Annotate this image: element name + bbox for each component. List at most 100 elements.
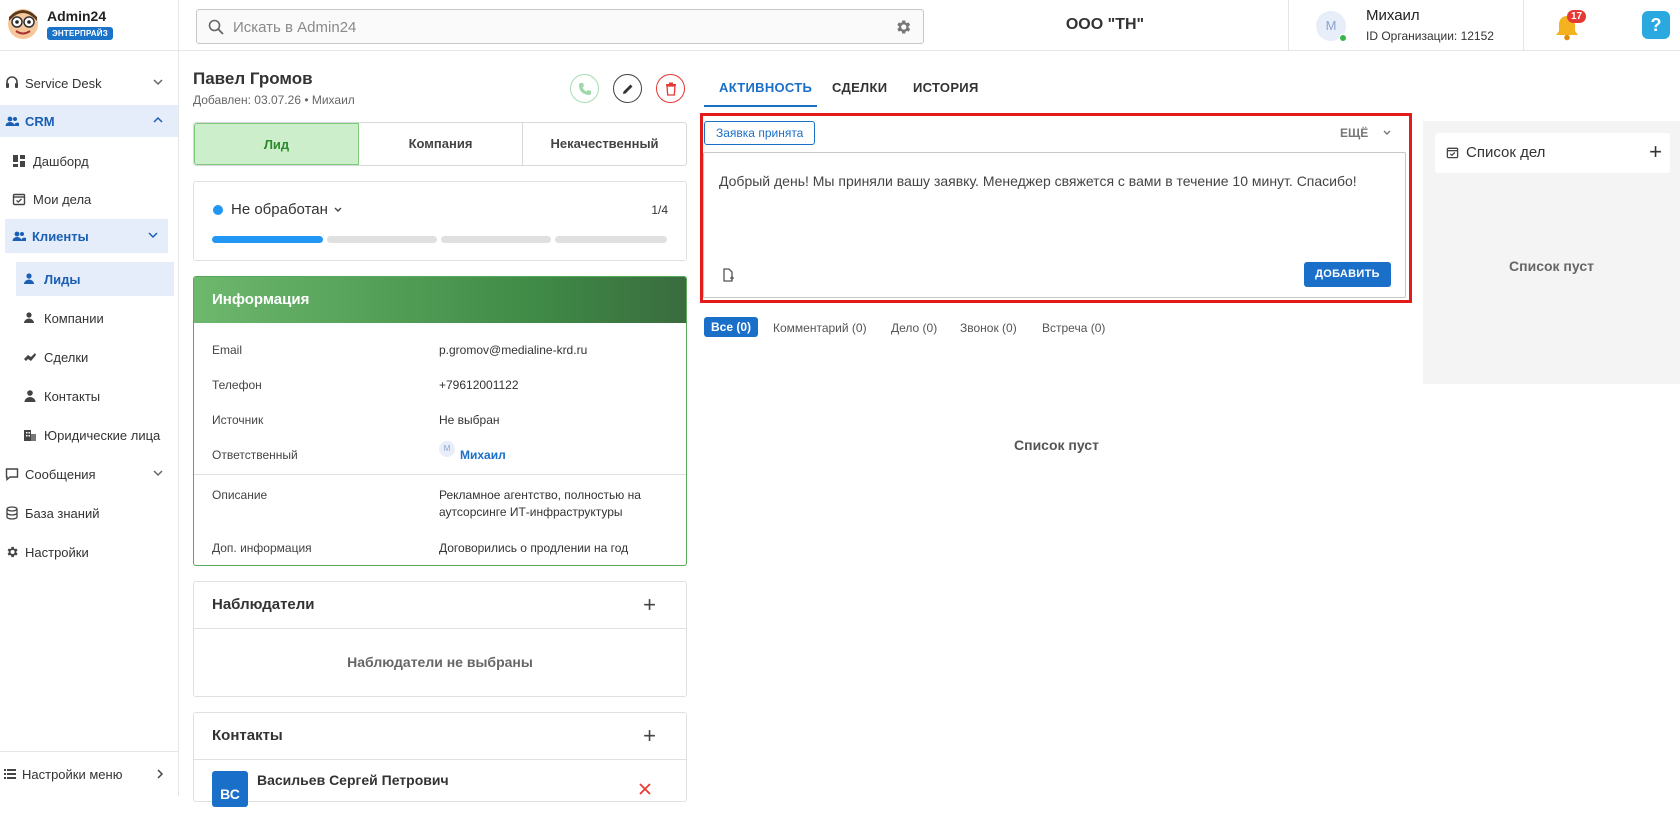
info-value-source[interactable]: Не выбран xyxy=(439,412,669,429)
status-dot xyxy=(213,205,223,215)
sidebar-item-label: Настройки xyxy=(25,545,89,560)
tab-activity[interactable]: АКТИВНОСТЬ xyxy=(719,80,812,95)
sidebar-item-settings[interactable]: Настройки xyxy=(0,535,178,569)
global-search[interactable] xyxy=(196,9,924,44)
observers-title: Наблюдатели xyxy=(212,596,315,613)
sidebar-item-label: CRM xyxy=(25,114,55,129)
notification-count-badge: 17 xyxy=(1567,10,1587,23)
building-icon xyxy=(24,430,36,441)
brand-block[interactable]: Admin24 ЭНТЕРПРАЙЗ xyxy=(0,0,179,51)
sidebar-item-legal-entities[interactable]: Юридические лица xyxy=(0,418,178,452)
chevron-down-icon[interactable] xyxy=(333,205,343,215)
stage-company[interactable]: Компания xyxy=(359,123,523,165)
more-button[interactable]: ЕЩЁ xyxy=(1340,126,1368,140)
todo-header: Список дел + xyxy=(1435,133,1670,173)
sidebar-item-dashboard[interactable]: Дашборд xyxy=(0,144,178,178)
sidebar-item-deals[interactable]: Сделки xyxy=(0,340,178,374)
menu-settings-button[interactable]: Настройки меню xyxy=(0,751,178,796)
divider xyxy=(194,759,686,760)
stage-unqualified[interactable]: Некачественный xyxy=(523,123,686,165)
sidebar-item-label: Контакты xyxy=(44,389,101,404)
people-icon xyxy=(12,231,26,241)
chevron-down-icon xyxy=(148,232,158,239)
progress-segment-3 xyxy=(441,236,551,243)
filter-call[interactable]: Звонок (0) xyxy=(960,321,1017,335)
sidebar-item-label: Компании xyxy=(44,311,104,326)
stage-lead[interactable]: Лид xyxy=(194,123,359,165)
comment-text[interactable]: Добрый день! Мы приняли вашу заявку. Мен… xyxy=(719,171,1379,192)
contact-name[interactable]: Васильев Сергей Петрович xyxy=(257,772,449,788)
calendar-check-icon xyxy=(12,193,26,206)
sidebar-item-service-desk[interactable]: Service Desk xyxy=(0,66,178,100)
brand-name: Admin24 xyxy=(47,8,107,24)
lead-stage-selector: Лид Компания Некачественный xyxy=(193,122,687,166)
comment-editor[interactable]: Добрый день! Мы приняли вашу заявку. Мен… xyxy=(703,152,1406,298)
info-value-description[interactable]: Рекламное агентство, полностью на аутсор… xyxy=(439,487,669,521)
sidebar-item-label: Service Desk xyxy=(25,76,102,91)
add-comment-button[interactable]: ДОБАВИТЬ xyxy=(1304,262,1391,287)
contact-avatar: ВС xyxy=(212,771,248,807)
online-status-dot xyxy=(1339,34,1347,42)
add-todo-button[interactable]: + xyxy=(1649,139,1662,165)
active-tab-indicator xyxy=(704,105,817,107)
info-label-description: Описание xyxy=(212,488,268,502)
sidebar-item-knowledge-base[interactable]: База знаний xyxy=(0,496,178,530)
contacts-card: Контакты + ВС Васильев Сергей Петрович xyxy=(193,712,687,807)
sidebar-item-label: Сообщения xyxy=(25,467,96,482)
observers-card: Наблюдатели + Наблюдатели не выбраны xyxy=(193,581,687,697)
filter-all[interactable]: Все (0) xyxy=(704,317,759,337)
database-icon xyxy=(6,506,18,520)
filter-task[interactable]: Дело (0) xyxy=(891,321,937,335)
sidebar-item-label: Дашборд xyxy=(33,154,89,169)
filter-comment[interactable]: Комментарий (0) xyxy=(773,321,867,335)
tab-deals[interactable]: СДЕЛКИ xyxy=(832,80,887,95)
organization-name[interactable]: ООО "ТН" xyxy=(1000,16,1210,34)
sidebar-item-contacts[interactable]: Контакты xyxy=(0,379,178,413)
info-value-responsible[interactable]: Михаил xyxy=(460,447,686,464)
observers-empty: Наблюдатели не выбраны xyxy=(347,654,533,670)
handshake-icon xyxy=(24,353,36,361)
info-value-email[interactable]: p.gromov@medialine-krd.ru xyxy=(439,342,669,359)
sidebar-item-crm[interactable]: CRM xyxy=(0,105,178,137)
info-card-title: Информация xyxy=(194,277,686,323)
chevron-down-icon[interactable] xyxy=(1382,128,1392,138)
dashboard-icon xyxy=(13,155,25,167)
user-menu[interactable]: М Михаил ID Организации: 12152 xyxy=(1288,0,1524,51)
filter-meeting[interactable]: Встреча (0) xyxy=(1042,321,1105,335)
trash-icon xyxy=(666,82,676,96)
status-dropdown[interactable]: Не обработан xyxy=(231,201,328,218)
remove-contact-icon[interactable] xyxy=(639,783,651,795)
edit-button[interactable] xyxy=(613,74,642,103)
template-tag-button[interactable]: Заявка принята xyxy=(704,121,816,145)
gear-icon[interactable] xyxy=(894,18,912,36)
responsible-avatar: М xyxy=(439,441,455,457)
sidebar-item-messages[interactable]: Сообщения xyxy=(0,457,178,491)
add-observer-button[interactable]: + xyxy=(643,594,656,616)
tab-history[interactable]: ИСТОРИЯ xyxy=(913,80,979,95)
info-label-source: Источник xyxy=(212,413,264,427)
plan-badge: ЭНТЕРПРАЙЗ xyxy=(47,27,113,40)
call-button[interactable] xyxy=(570,74,599,103)
sidebar-item-label: Мои дела xyxy=(33,192,92,207)
sidebar-item-my-tasks[interactable]: Мои дела xyxy=(0,182,178,216)
progress-segment-4 xyxy=(555,236,667,243)
person-icon xyxy=(24,273,34,284)
divider xyxy=(194,628,686,629)
info-value-extra[interactable]: Договорились о продлении на год xyxy=(439,540,669,557)
attach-file-icon[interactable] xyxy=(721,268,735,282)
person-icon xyxy=(24,312,34,323)
person-icon xyxy=(24,390,36,402)
sidebar-item-leads[interactable]: Лиды xyxy=(16,262,174,296)
divider xyxy=(194,474,686,475)
sidebar-item-companies[interactable]: Компании xyxy=(0,301,178,335)
info-value-phone[interactable]: +79612001122 xyxy=(439,377,669,394)
gear-icon xyxy=(7,546,18,558)
info-label-email: Email xyxy=(212,343,243,357)
info-label-extra: Доп. информация xyxy=(212,541,312,555)
help-button[interactable]: ? xyxy=(1642,11,1670,39)
add-contact-button[interactable]: + xyxy=(643,725,656,747)
delete-button[interactable] xyxy=(656,74,685,103)
search-input[interactable] xyxy=(233,17,873,37)
sidebar-item-clients[interactable]: Клиенты xyxy=(5,219,168,253)
user-name: Михаил xyxy=(1366,7,1420,24)
